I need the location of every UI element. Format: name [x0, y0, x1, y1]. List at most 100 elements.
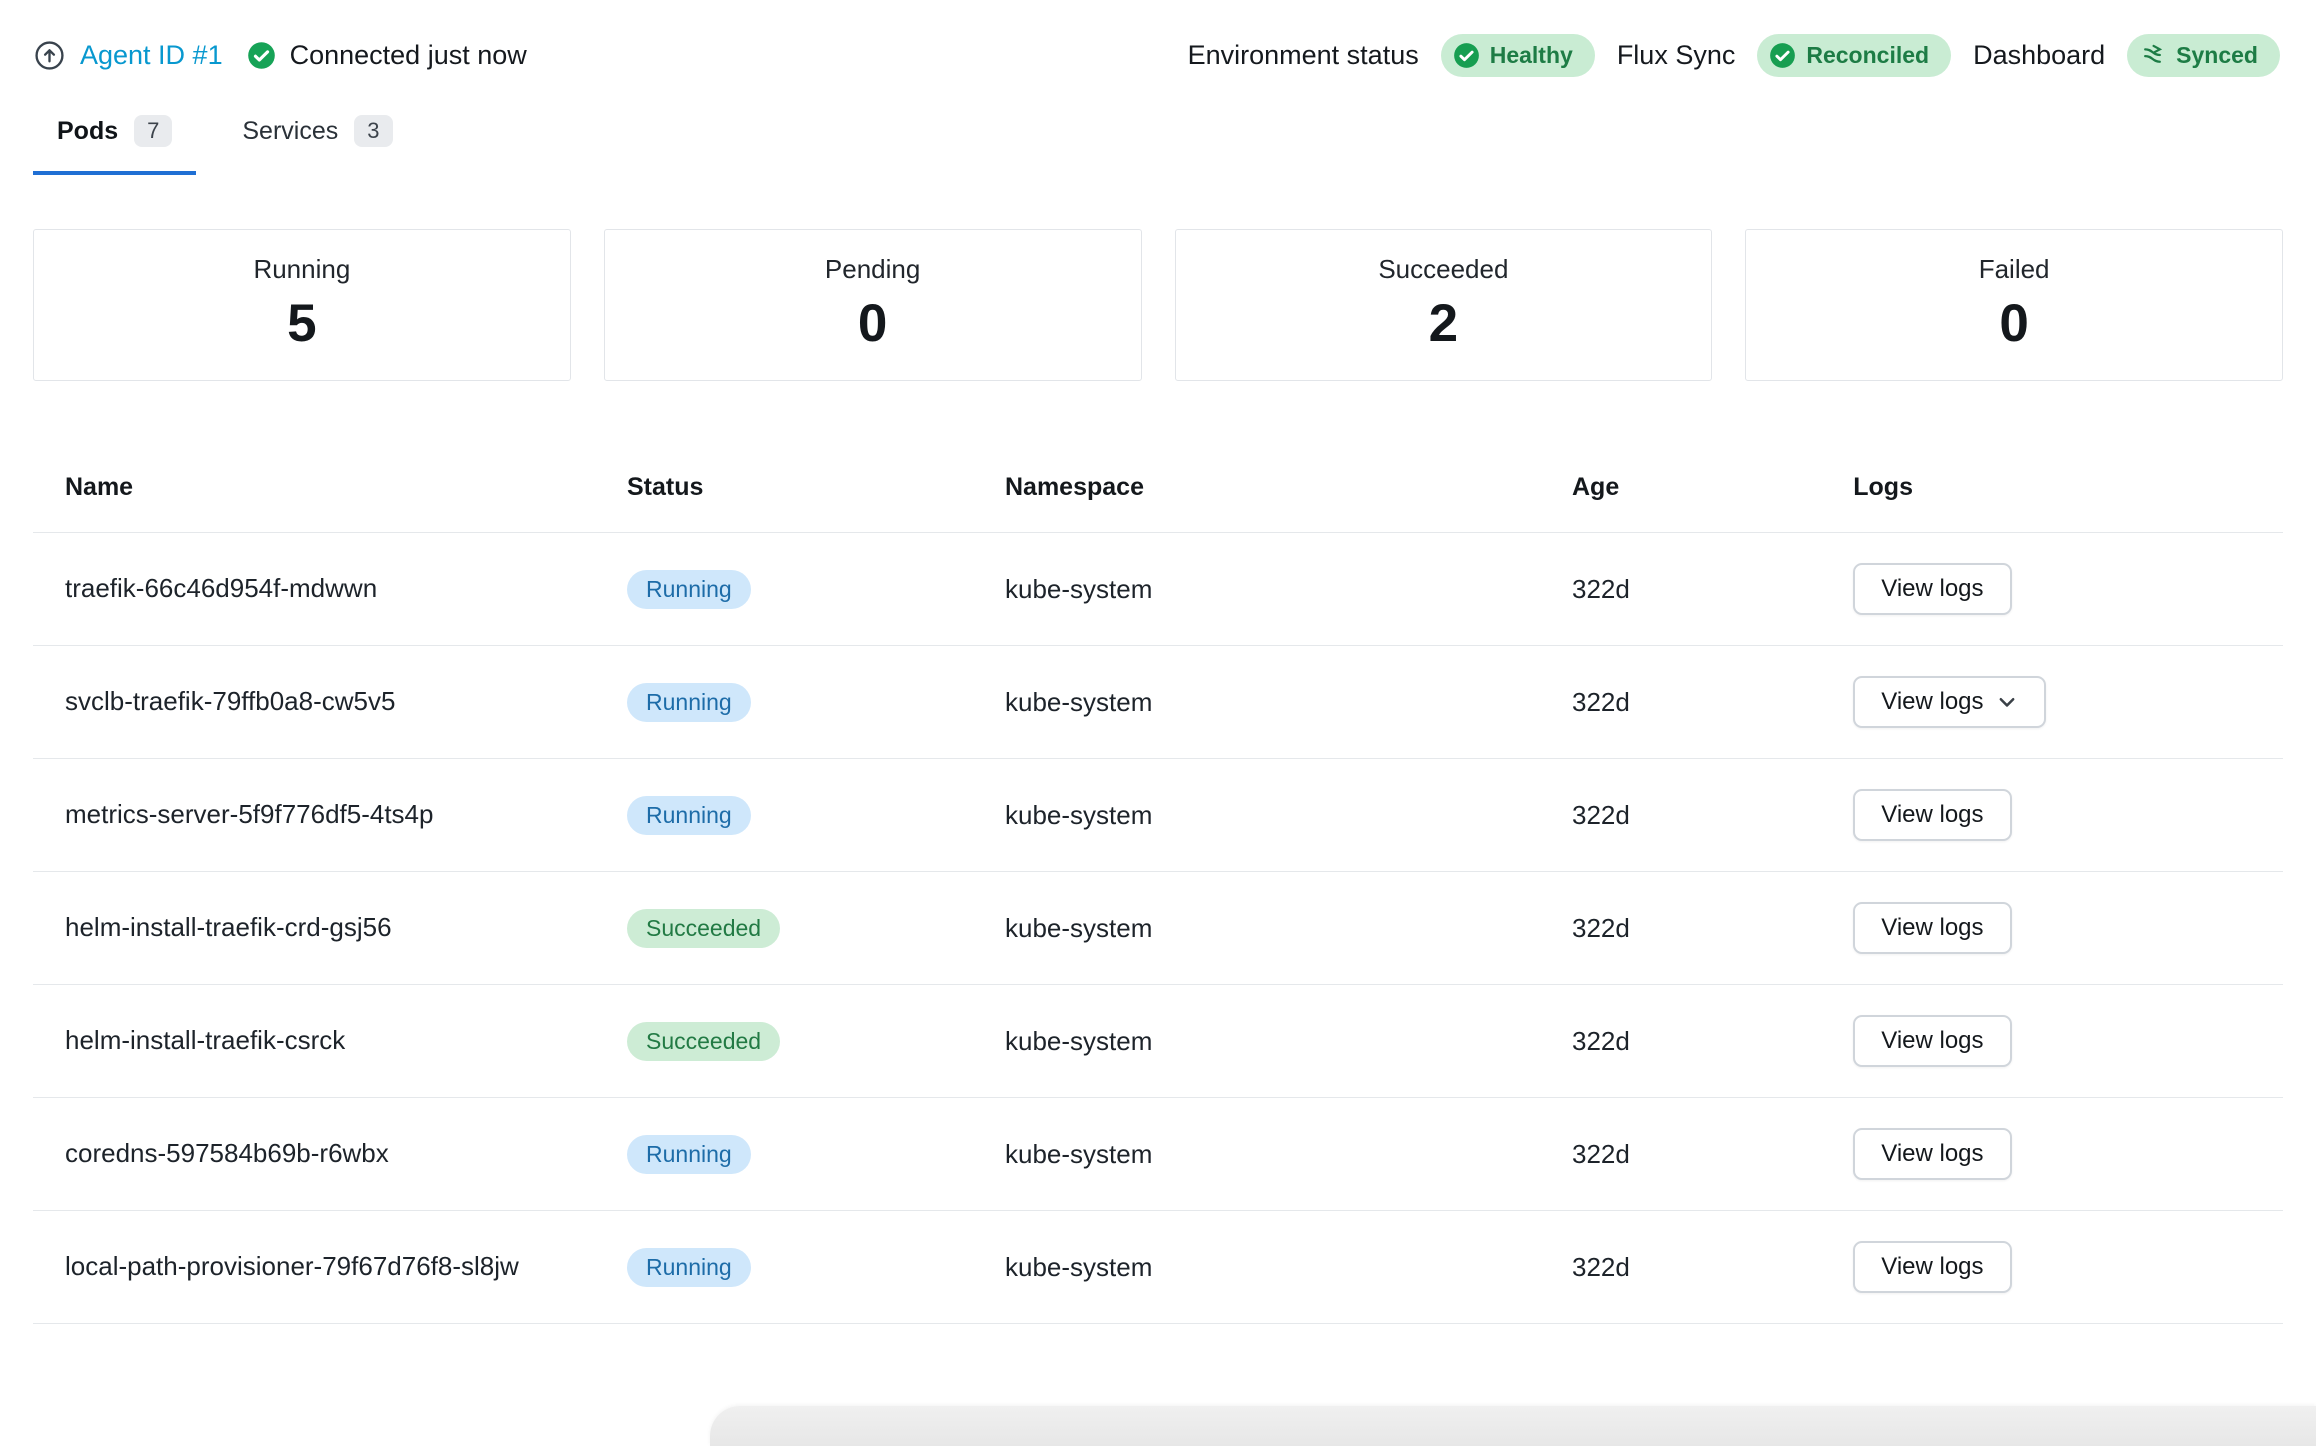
- environment-status-value: Healthy: [1490, 42, 1573, 69]
- pod-age: 322d: [1572, 913, 1853, 944]
- agent-id-link[interactable]: Agent ID #1: [80, 40, 223, 71]
- status-badge: Running: [627, 1248, 751, 1287]
- table-row: svclb-traefik-79ffb0a8-cw5v5 Running kub…: [33, 646, 2283, 759]
- pod-age: 322d: [1572, 1252, 1853, 1283]
- view-logs-button[interactable]: View logs: [1853, 789, 2011, 841]
- pod-age: 322d: [1572, 574, 1853, 605]
- column-header-status: Status: [627, 473, 1005, 502]
- pod-logs-cell: View logs: [1853, 676, 2283, 728]
- summary-card-value: 5: [34, 293, 570, 354]
- summary-card-value: 0: [605, 293, 1141, 354]
- pod-name: coredns-597584b69b-r6wbx: [33, 1135, 627, 1173]
- status-badge: Succeeded: [627, 1022, 780, 1061]
- table-body: traefik-66c46d954f-mdwwn Running kube-sy…: [33, 533, 2283, 1324]
- view-logs-button[interactable]: View logs: [1853, 1015, 2011, 1067]
- table-row: metrics-server-5f9f776df5-4ts4p Running …: [33, 759, 2283, 872]
- view-logs-button[interactable]: View logs: [1853, 563, 2011, 615]
- view-logs-button[interactable]: View logs: [1853, 676, 2045, 728]
- dashboard-label: Dashboard: [1973, 40, 2105, 71]
- column-header-logs: Logs: [1853, 473, 2283, 502]
- view-logs-button[interactable]: View logs: [1853, 1241, 2011, 1293]
- pod-name: local-path-provisioner-79f67d76f8-sl8jw: [33, 1248, 627, 1286]
- summary-card-label: Pending: [605, 254, 1141, 285]
- view-logs-button[interactable]: View logs: [1853, 902, 2011, 954]
- summary-card-label: Succeeded: [1176, 254, 1712, 285]
- table-row: helm-install-traefik-csrck Succeeded kub…: [33, 985, 2283, 1098]
- summary-card-value: 0: [1746, 293, 2282, 354]
- summary-card-failed: Failed 0: [1745, 229, 2283, 381]
- pod-namespace: kube-system: [1005, 913, 1572, 944]
- dashboard-synced-value: Synced: [2176, 42, 2258, 69]
- column-header-namespace: Namespace: [1005, 473, 1572, 502]
- status-badge: Running: [627, 1135, 751, 1174]
- check-icon: [1453, 42, 1480, 69]
- flux-sync-value: Reconciled: [1806, 42, 1929, 69]
- column-header-age: Age: [1572, 473, 1853, 502]
- view-logs-label: View logs: [1881, 801, 1983, 829]
- tab-pods[interactable]: Pods 7: [33, 115, 196, 175]
- agent-status-group: Agent ID #1 Connected just now: [33, 39, 527, 72]
- view-logs-label: View logs: [1881, 1140, 1983, 1168]
- topbar: Agent ID #1 Connected just now Environme…: [0, 0, 2316, 77]
- pod-namespace: kube-system: [1005, 1026, 1572, 1057]
- view-logs-label: View logs: [1881, 688, 1983, 716]
- flux-sync-badge: Reconciled: [1757, 34, 1951, 77]
- environment-status-label: Environment status: [1188, 40, 1419, 71]
- pod-age: 322d: [1572, 1026, 1853, 1057]
- tab-services[interactable]: Services 3: [218, 115, 416, 175]
- pods-table: NameStatusNamespaceAgeLogs traefik-66c46…: [33, 473, 2283, 1324]
- summary-card-value: 2: [1176, 293, 1712, 354]
- dashboard-synced-badge: Synced: [2127, 34, 2280, 77]
- pod-name: metrics-server-5f9f776df5-4ts4p: [33, 796, 627, 834]
- status-badge: Succeeded: [627, 909, 780, 948]
- summary-card-label: Failed: [1746, 254, 2282, 285]
- pod-name: traefik-66c46d954f-mdwwn: [33, 570, 627, 608]
- summary-card-label: Running: [34, 254, 570, 285]
- connected-check-icon: [247, 41, 276, 70]
- pod-status-cell: Running: [627, 1248, 1005, 1287]
- chevron-down-icon: [1996, 691, 2018, 713]
- view-logs-label: View logs: [1881, 914, 1983, 942]
- status-badge: Running: [627, 570, 751, 609]
- view-logs-button[interactable]: View logs: [1853, 1128, 2011, 1180]
- summary-card-running: Running 5: [33, 229, 571, 381]
- pod-logs-cell: View logs: [1853, 789, 2283, 841]
- status-badge: Running: [627, 796, 751, 835]
- pod-logs-cell: View logs: [1853, 902, 2283, 954]
- summary-cards: Running 5 Pending 0 Succeeded 2 Failed 0: [33, 229, 2283, 381]
- table-row: helm-install-traefik-crd-gsj56 Succeeded…: [33, 872, 2283, 985]
- pod-logs-cell: View logs: [1853, 1128, 2283, 1180]
- tab-count-badge: 7: [134, 115, 172, 147]
- pod-age: 322d: [1572, 1139, 1853, 1170]
- pod-namespace: kube-system: [1005, 800, 1572, 831]
- pod-age: 322d: [1572, 800, 1853, 831]
- pod-logs-cell: View logs: [1853, 563, 2283, 615]
- pod-namespace: kube-system: [1005, 1139, 1572, 1170]
- agent-icon: [33, 39, 66, 72]
- pod-namespace: kube-system: [1005, 687, 1572, 718]
- table-row: local-path-provisioner-79f67d76f8-sl8jw …: [33, 1211, 2283, 1324]
- pod-status-cell: Running: [627, 570, 1005, 609]
- bottom-panel-edge: [710, 1406, 2316, 1446]
- table-header-row: NameStatusNamespaceAgeLogs: [33, 473, 2283, 533]
- pod-status-cell: Running: [627, 796, 1005, 835]
- pod-status-cell: Running: [627, 1135, 1005, 1174]
- pod-namespace: kube-system: [1005, 574, 1572, 605]
- pod-status-cell: Succeeded: [627, 909, 1005, 948]
- summary-card-succeeded: Succeeded 2: [1175, 229, 1713, 381]
- environment-status-badge: Healthy: [1441, 34, 1595, 77]
- pod-name: helm-install-traefik-csrck: [33, 1022, 627, 1060]
- connected-status-text: Connected just now: [290, 40, 527, 71]
- check-icon: [1769, 42, 1796, 69]
- environment-badges-group: Environment status Healthy Flux Sync Rec…: [1188, 34, 2280, 77]
- pod-age: 322d: [1572, 687, 1853, 718]
- view-logs-label: View logs: [1881, 1253, 1983, 1281]
- tabs: Pods 7 Services 3: [33, 115, 2283, 175]
- pod-logs-cell: View logs: [1853, 1241, 2283, 1293]
- tab-label: Services: [242, 117, 338, 146]
- view-logs-label: View logs: [1881, 575, 1983, 603]
- status-badge: Running: [627, 683, 751, 722]
- pod-status-cell: Succeeded: [627, 1022, 1005, 1061]
- table-row: traefik-66c46d954f-mdwwn Running kube-sy…: [33, 533, 2283, 646]
- table-row: coredns-597584b69b-r6wbx Running kube-sy…: [33, 1098, 2283, 1211]
